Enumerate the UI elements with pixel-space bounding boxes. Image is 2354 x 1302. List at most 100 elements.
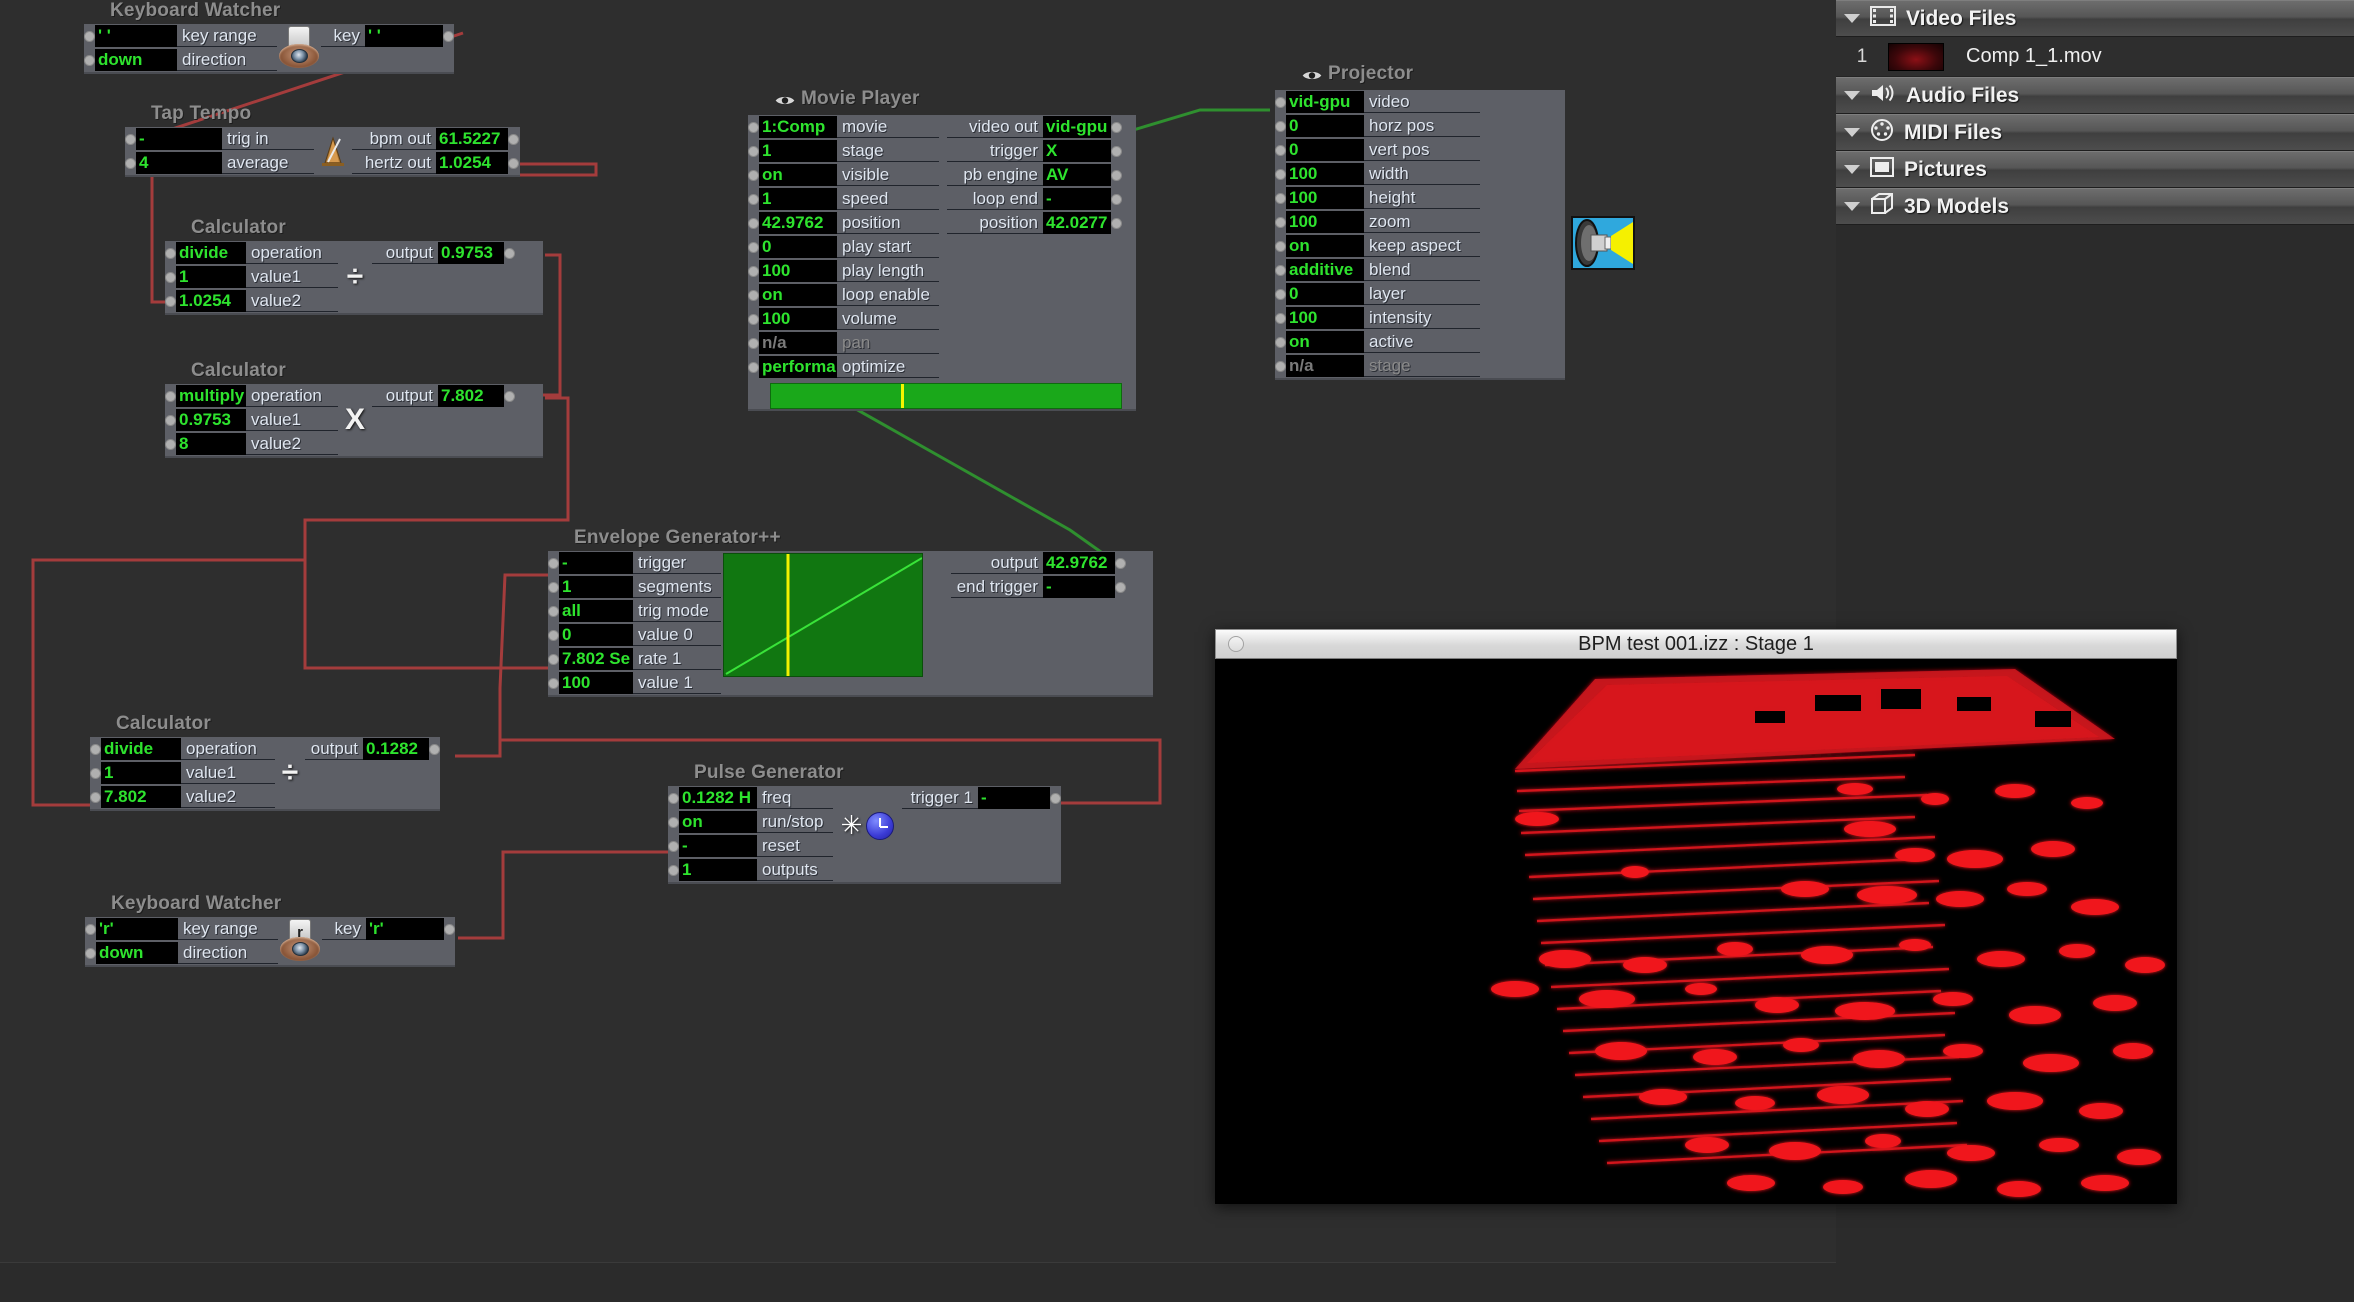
input-value[interactable]: all xyxy=(559,600,633,622)
input-plug[interactable] xyxy=(1275,264,1286,276)
input-plug[interactable] xyxy=(165,414,176,426)
input-row[interactable]: 0 value 0 xyxy=(548,623,721,647)
input-plug[interactable] xyxy=(668,864,679,876)
input-row[interactable]: 1 speed xyxy=(748,187,939,211)
input-plug[interactable] xyxy=(748,169,759,181)
input-plug[interactable] xyxy=(1275,240,1286,252)
input-row[interactable]: 0.1282 Hfreq xyxy=(668,786,833,810)
actor-body[interactable]: - trigger 1 segments all trig mode 0 value 0… xyxy=(548,551,1153,697)
input-plug[interactable] xyxy=(84,54,95,66)
input-value[interactable]: 1:Comp xyxy=(759,116,837,138)
input-row[interactable]: down direction xyxy=(84,48,277,72)
input-value[interactable]: 4 xyxy=(136,152,222,174)
input-value[interactable]: performa xyxy=(759,356,837,378)
input-plug[interactable] xyxy=(1275,120,1286,132)
stage-window[interactable]: BPM test 001.izz : Stage 1 xyxy=(1215,629,2177,1204)
input-row[interactable]: on visible xyxy=(748,163,939,187)
output-row[interactable]: bpm out 61.5227 xyxy=(352,127,519,151)
input-value[interactable]: 100 xyxy=(1286,307,1364,329)
input-plug[interactable] xyxy=(1275,168,1286,180)
output-plug[interactable] xyxy=(1111,121,1122,133)
input-plug[interactable] xyxy=(165,295,176,307)
input-row[interactable]: vid-gpu video xyxy=(1275,90,1480,114)
input-row[interactable]: 0 layer xyxy=(1275,282,1480,306)
input-row[interactable]: 1 outputs xyxy=(668,858,833,882)
input-row[interactable]: 100 play length xyxy=(748,259,939,283)
input-plug[interactable] xyxy=(748,337,759,349)
input-plug[interactable] xyxy=(668,840,679,852)
bin-header-audio-files[interactable]: Audio Files xyxy=(1836,77,2354,114)
input-row[interactable]: divide operation xyxy=(90,737,275,761)
input-value[interactable]: 100 xyxy=(1286,211,1364,233)
actor-calculator-3[interactable]: Calculator divide operation 1 value1 7.802… xyxy=(90,713,440,811)
actor-calculator-1[interactable]: Calculator divide operation 1 value1 1.0… xyxy=(165,217,543,315)
output-value[interactable]: - xyxy=(1043,576,1115,598)
media-list-item[interactable]: 1 Comp 1_1.mov xyxy=(1836,37,2354,77)
input-value[interactable]: - xyxy=(679,835,757,857)
input-row[interactable]: - trig in xyxy=(125,127,314,151)
output-value[interactable]: 42.9762 xyxy=(1043,552,1115,574)
actor-calculator-2[interactable]: Calculator multiply operation 0.9753 val… xyxy=(165,360,543,458)
input-value[interactable]: 0.1282 H xyxy=(679,787,757,809)
input-plug[interactable] xyxy=(748,193,759,205)
input-value[interactable]: 1 xyxy=(759,188,837,210)
chevron-down-icon[interactable] xyxy=(1844,14,1860,23)
input-row[interactable]: on keep aspect xyxy=(1275,234,1480,258)
input-plug[interactable] xyxy=(748,217,759,229)
input-value[interactable]: on xyxy=(759,284,837,306)
input-value[interactable]: 1 xyxy=(759,140,837,162)
actor-body[interactable]: ' ' key range down direction key ' ' xyxy=(84,24,454,74)
input-row[interactable]: 100 width xyxy=(1275,162,1480,186)
input-row[interactable]: 100 zoom xyxy=(1275,210,1480,234)
input-plug[interactable] xyxy=(548,581,559,593)
output-row[interactable]: loop end - xyxy=(947,187,1122,211)
input-value[interactable]: 0 xyxy=(1286,283,1364,305)
output-plug[interactable] xyxy=(429,743,440,755)
input-value[interactable]: n/a xyxy=(759,332,837,354)
input-value[interactable]: on xyxy=(1286,235,1364,257)
input-row[interactable]: 42.9762 position xyxy=(748,211,939,235)
output-plug[interactable] xyxy=(443,30,454,42)
input-row[interactable]: 0 horz pos xyxy=(1275,114,1480,138)
input-value[interactable]: n/a xyxy=(1286,355,1364,377)
input-value[interactable]: 7.802 xyxy=(101,786,181,808)
input-row[interactable]: 100 height xyxy=(1275,186,1480,210)
output-plug[interactable] xyxy=(1111,193,1122,205)
input-value[interactable]: multiply xyxy=(176,385,246,407)
output-value[interactable]: X xyxy=(1043,140,1111,162)
actor-pulse-generator[interactable]: Pulse Generator 0.1282 Hfreq on run/stop … xyxy=(668,762,1061,884)
input-row[interactable]: on active xyxy=(1275,330,1480,354)
input-plug[interactable] xyxy=(1275,312,1286,324)
output-plug[interactable] xyxy=(1111,217,1122,229)
movie-scrubber[interactable] xyxy=(770,383,1122,409)
input-value[interactable]: 0 xyxy=(1286,139,1364,161)
output-value[interactable]: 1.0254 xyxy=(436,152,508,174)
input-value[interactable]: on xyxy=(1286,331,1364,353)
input-value[interactable]: - xyxy=(136,128,222,150)
input-value[interactable]: 100 xyxy=(759,260,837,282)
output-value[interactable]: vid-gpu xyxy=(1043,116,1111,138)
input-plug[interactable] xyxy=(748,289,759,301)
input-row[interactable]: all trig mode xyxy=(548,599,721,623)
output-value[interactable]: - xyxy=(978,787,1050,809)
output-row[interactable]: hertz out 1.0254 xyxy=(352,151,519,175)
input-value[interactable]: on xyxy=(679,811,757,833)
input-row[interactable]: - reset xyxy=(668,834,833,858)
chevron-down-icon[interactable] xyxy=(1844,165,1860,174)
input-value[interactable]: 1 xyxy=(101,762,181,784)
input-row[interactable]: on loop enable xyxy=(748,283,939,307)
input-plug[interactable] xyxy=(1275,336,1286,348)
output-plug[interactable] xyxy=(444,923,455,935)
output-row[interactable]: output 7.802 xyxy=(372,384,515,408)
output-row[interactable]: pb engine AV xyxy=(947,163,1122,187)
output-row[interactable]: trigger X xyxy=(947,139,1122,163)
output-value[interactable]: AV xyxy=(1043,164,1111,186)
input-plug[interactable] xyxy=(748,313,759,325)
input-row[interactable]: on run/stop xyxy=(668,810,833,834)
input-row[interactable]: ' ' key range xyxy=(84,24,277,48)
actor-envelope-generator[interactable]: Envelope Generator++ - trigger 1 segments … xyxy=(548,527,1153,697)
output-value[interactable]: 'r' xyxy=(366,918,444,940)
input-row[interactable]: 4 average xyxy=(125,151,314,175)
output-value[interactable]: - xyxy=(1043,188,1111,210)
input-plug[interactable] xyxy=(165,438,176,450)
